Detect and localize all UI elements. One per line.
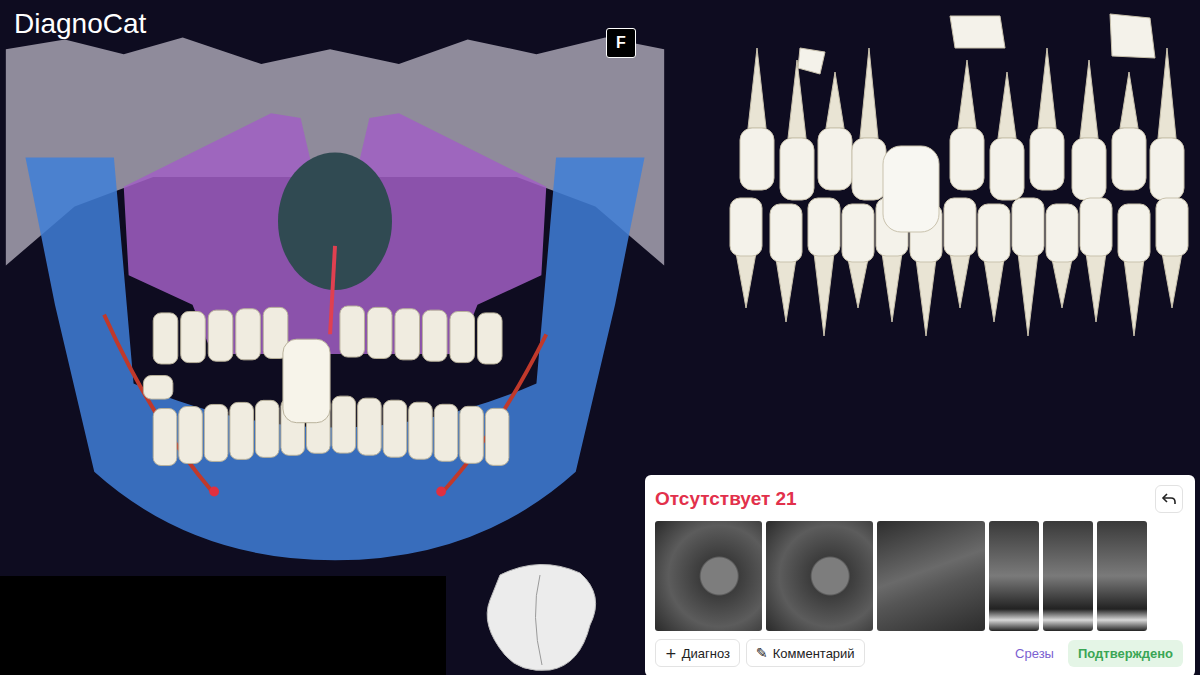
slice-thumbnail[interactable] (877, 521, 985, 631)
app-logo: DiagnoCat (14, 8, 146, 40)
viewer-screen: DiagnoCat F Отсутствует 21 +Диагноз✎Коммент… (0, 0, 1200, 675)
skull-3d-icon[interactable] (0, 10, 670, 575)
slice-strip (655, 521, 1183, 631)
status-badge[interactable]: Подтверждено (1068, 640, 1183, 667)
slice-thumbnail[interactable] (655, 521, 762, 631)
tooth-model-icon[interactable] (480, 555, 610, 675)
finding-title: Отсутствует 21 (655, 488, 797, 510)
undo-button[interactable] (1155, 485, 1183, 513)
view-mode-button[interactable]: F (606, 28, 636, 58)
action-button[interactable]: +Диагноз (655, 639, 740, 667)
teeth-3d-icon[interactable] (700, 8, 1190, 348)
finding-card: Отсутствует 21 +Диагноз✎Комментарий Срезы П… (645, 475, 1195, 675)
slice-thumbnail[interactable] (1097, 521, 1147, 631)
slice-thumbnail[interactable] (1043, 521, 1093, 631)
action-button[interactable]: ✎Комментарий (746, 639, 865, 667)
action-icon: + (665, 645, 677, 661)
action-icon: ✎ (756, 645, 768, 661)
slice-thumbnail[interactable] (989, 521, 1039, 631)
slices-link[interactable]: Срезы (1007, 646, 1062, 661)
undo-icon (1161, 491, 1177, 507)
empty-area (0, 576, 446, 675)
slice-thumbnail[interactable] (766, 521, 873, 631)
